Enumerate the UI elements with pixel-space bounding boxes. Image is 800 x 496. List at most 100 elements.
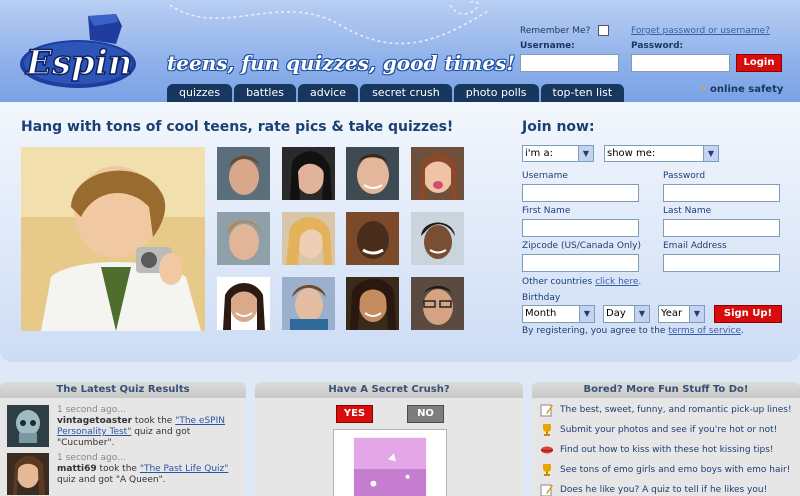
pencil-note-icon — [540, 404, 553, 417]
other-countries-label: Other countries — [522, 277, 593, 287]
terms-of-service-link[interactable]: terms of service — [668, 326, 741, 336]
quiz-result-text: 1 second ago... matti69 took the "The Pa… — [57, 453, 237, 486]
result-took: took the — [134, 416, 173, 426]
user-avatar[interactable] — [7, 453, 49, 495]
logo-text: Espin — [25, 43, 132, 83]
click-here-link[interactable]: click here — [595, 277, 638, 287]
terms-prefix: By registering, you agree to the — [522, 326, 666, 336]
main-panel: Hang with tons of cool teens, rate pics … — [0, 102, 800, 362]
tab-quizzes[interactable]: quizzes — [167, 84, 233, 102]
trophy-icon — [543, 424, 551, 436]
tab-photo-polls[interactable]: photo polls — [453, 84, 539, 102]
tab-top-ten-list[interactable]: top-ten list — [540, 84, 625, 102]
pencil-note-icon — [540, 484, 553, 496]
online-safety-label: online safety — [710, 84, 784, 95]
member-thumbnail[interactable] — [217, 212, 270, 265]
online-safety-link[interactable]: ⚡ online safety — [700, 84, 783, 95]
result-time: 1 second ago... — [57, 453, 126, 463]
sign-up-button[interactable]: Sign Up! — [714, 305, 782, 323]
fun-stuff-item[interactable]: Does he like you? A quiz to tell if he l… — [540, 483, 798, 496]
decorative-swirls — [169, 0, 491, 45]
chevron-down-icon: ▼ — [689, 306, 704, 322]
fun-stuff-link[interactable]: Submit your photos and see if you're hot… — [560, 423, 777, 437]
birth-day-select[interactable]: Day ▼ — [603, 305, 650, 323]
join-title: Join now: — [522, 119, 595, 135]
chevron-down-icon: ▼ — [579, 306, 594, 322]
signup-username-input[interactable] — [522, 184, 639, 202]
terms-end: . — [741, 326, 744, 336]
password-label: Password — [663, 171, 706, 181]
zipcode-label: Zipcode (US/Canada Only) — [522, 241, 642, 251]
fun-stuff-item[interactable]: Find out how to kiss with these hot kiss… — [540, 443, 798, 459]
latest-quiz-results-box: The Latest Quiz Results 1 second ago... … — [0, 382, 246, 496]
result-took: took the — [99, 464, 137, 474]
tab-advice[interactable]: advice — [297, 84, 359, 102]
login-button[interactable]: Login — [736, 54, 782, 72]
last-name-label: Last Name — [663, 206, 712, 216]
secret-crush-box: Have A Secret Crush? YES NO — [255, 382, 523, 496]
first-name-input[interactable] — [522, 219, 639, 237]
result-username[interactable]: vintagetoaster — [57, 416, 132, 426]
im-a-value: i'm a: — [525, 148, 553, 159]
no-button[interactable]: NO — [407, 405, 444, 423]
email-input[interactable] — [663, 254, 780, 272]
last-name-input[interactable] — [663, 219, 780, 237]
first-name-label: First Name — [522, 206, 571, 216]
user-avatar[interactable] — [7, 405, 49, 447]
quiz-result-text: 1 second ago... vintagetoaster took the … — [57, 405, 237, 449]
member-thumbnail[interactable] — [282, 147, 335, 200]
im-a-select[interactable]: i'm a: ▼ — [522, 145, 594, 162]
fun-stuff-title: Bored? More Fun Stuff To Do! — [532, 382, 800, 398]
fun-stuff-box: Bored? More Fun Stuff To Do! The best, s… — [532, 382, 800, 496]
signup-password-input[interactable] — [663, 184, 780, 202]
member-thumbnail[interactable] — [346, 212, 399, 265]
tab-secret-crush[interactable]: secret crush — [360, 84, 452, 102]
result-outcome: quiz and got "A Queen". — [57, 475, 166, 485]
birth-month-select[interactable]: Month ▼ — [522, 305, 595, 323]
fun-stuff-link[interactable]: Find out how to kiss with these hot kiss… — [560, 443, 774, 457]
result-quiz-link[interactable]: "The Past Life Quiz" — [140, 464, 229, 474]
email-label: Email Address — [663, 241, 727, 251]
featured-member-photo[interactable] — [21, 147, 205, 331]
chevron-down-icon: ▼ — [703, 146, 718, 161]
password-label: Password: — [631, 41, 684, 51]
member-thumbnail[interactable] — [282, 277, 335, 330]
fun-stuff-link[interactable]: See tons of emo girls and emo boys with … — [560, 463, 790, 477]
show-me-select[interactable]: show me: ▼ — [604, 145, 719, 162]
secret-crush-title: Have A Secret Crush? — [255, 382, 523, 398]
lips-icon — [540, 446, 554, 454]
birth-year-value: Year — [661, 308, 683, 319]
fun-stuff-item[interactable]: Submit your photos and see if you're hot… — [540, 423, 798, 439]
member-thumbnail[interactable] — [411, 212, 464, 265]
fun-stuff-item[interactable]: See tons of emo girls and emo boys with … — [540, 463, 798, 479]
fun-stuff-link[interactable]: The best, sweet, funny, and romantic pic… — [560, 403, 792, 417]
site-header: Espin teens, fun quizzes, good times! qu… — [0, 0, 800, 102]
fun-stuff-item[interactable]: The best, sweet, funny, and romantic pic… — [540, 403, 798, 419]
member-thumbnail[interactable] — [346, 147, 399, 200]
member-thumbnail[interactable] — [217, 277, 270, 330]
remember-me-checkbox[interactable] — [598, 25, 609, 36]
member-thumbnail[interactable] — [217, 147, 270, 200]
chevron-down-icon: ▼ — [634, 306, 649, 322]
secret-crush-image[interactable] — [333, 429, 447, 496]
birth-month-value: Month — [525, 308, 557, 319]
member-thumbnail[interactable] — [411, 147, 464, 200]
show-me-value: show me: — [607, 148, 656, 159]
member-thumbnail[interactable] — [346, 277, 399, 330]
yes-button[interactable]: YES — [336, 405, 373, 423]
tab-battles[interactable]: battles — [234, 84, 296, 102]
fun-stuff-link[interactable]: Does he like you? A quiz to tell if he l… — [560, 483, 767, 496]
forgot-password-link[interactable]: Forget password or username? — [631, 26, 770, 36]
result-username[interactable]: matti69 — [57, 464, 97, 474]
zipcode-input[interactable] — [522, 254, 639, 272]
username-label: Username — [522, 171, 568, 181]
birth-year-select[interactable]: Year ▼ — [658, 305, 705, 323]
chevron-down-icon: ▼ — [578, 146, 593, 161]
login-password-input[interactable] — [631, 54, 730, 72]
member-thumbnail[interactable] — [282, 212, 335, 265]
espin-logo[interactable]: Espin — [18, 14, 140, 92]
terms-text: By registering, you agree to the terms o… — [522, 326, 744, 336]
login-username-input[interactable] — [520, 54, 619, 72]
member-thumbnail[interactable] — [411, 277, 464, 330]
username-label: Username: — [520, 41, 575, 51]
